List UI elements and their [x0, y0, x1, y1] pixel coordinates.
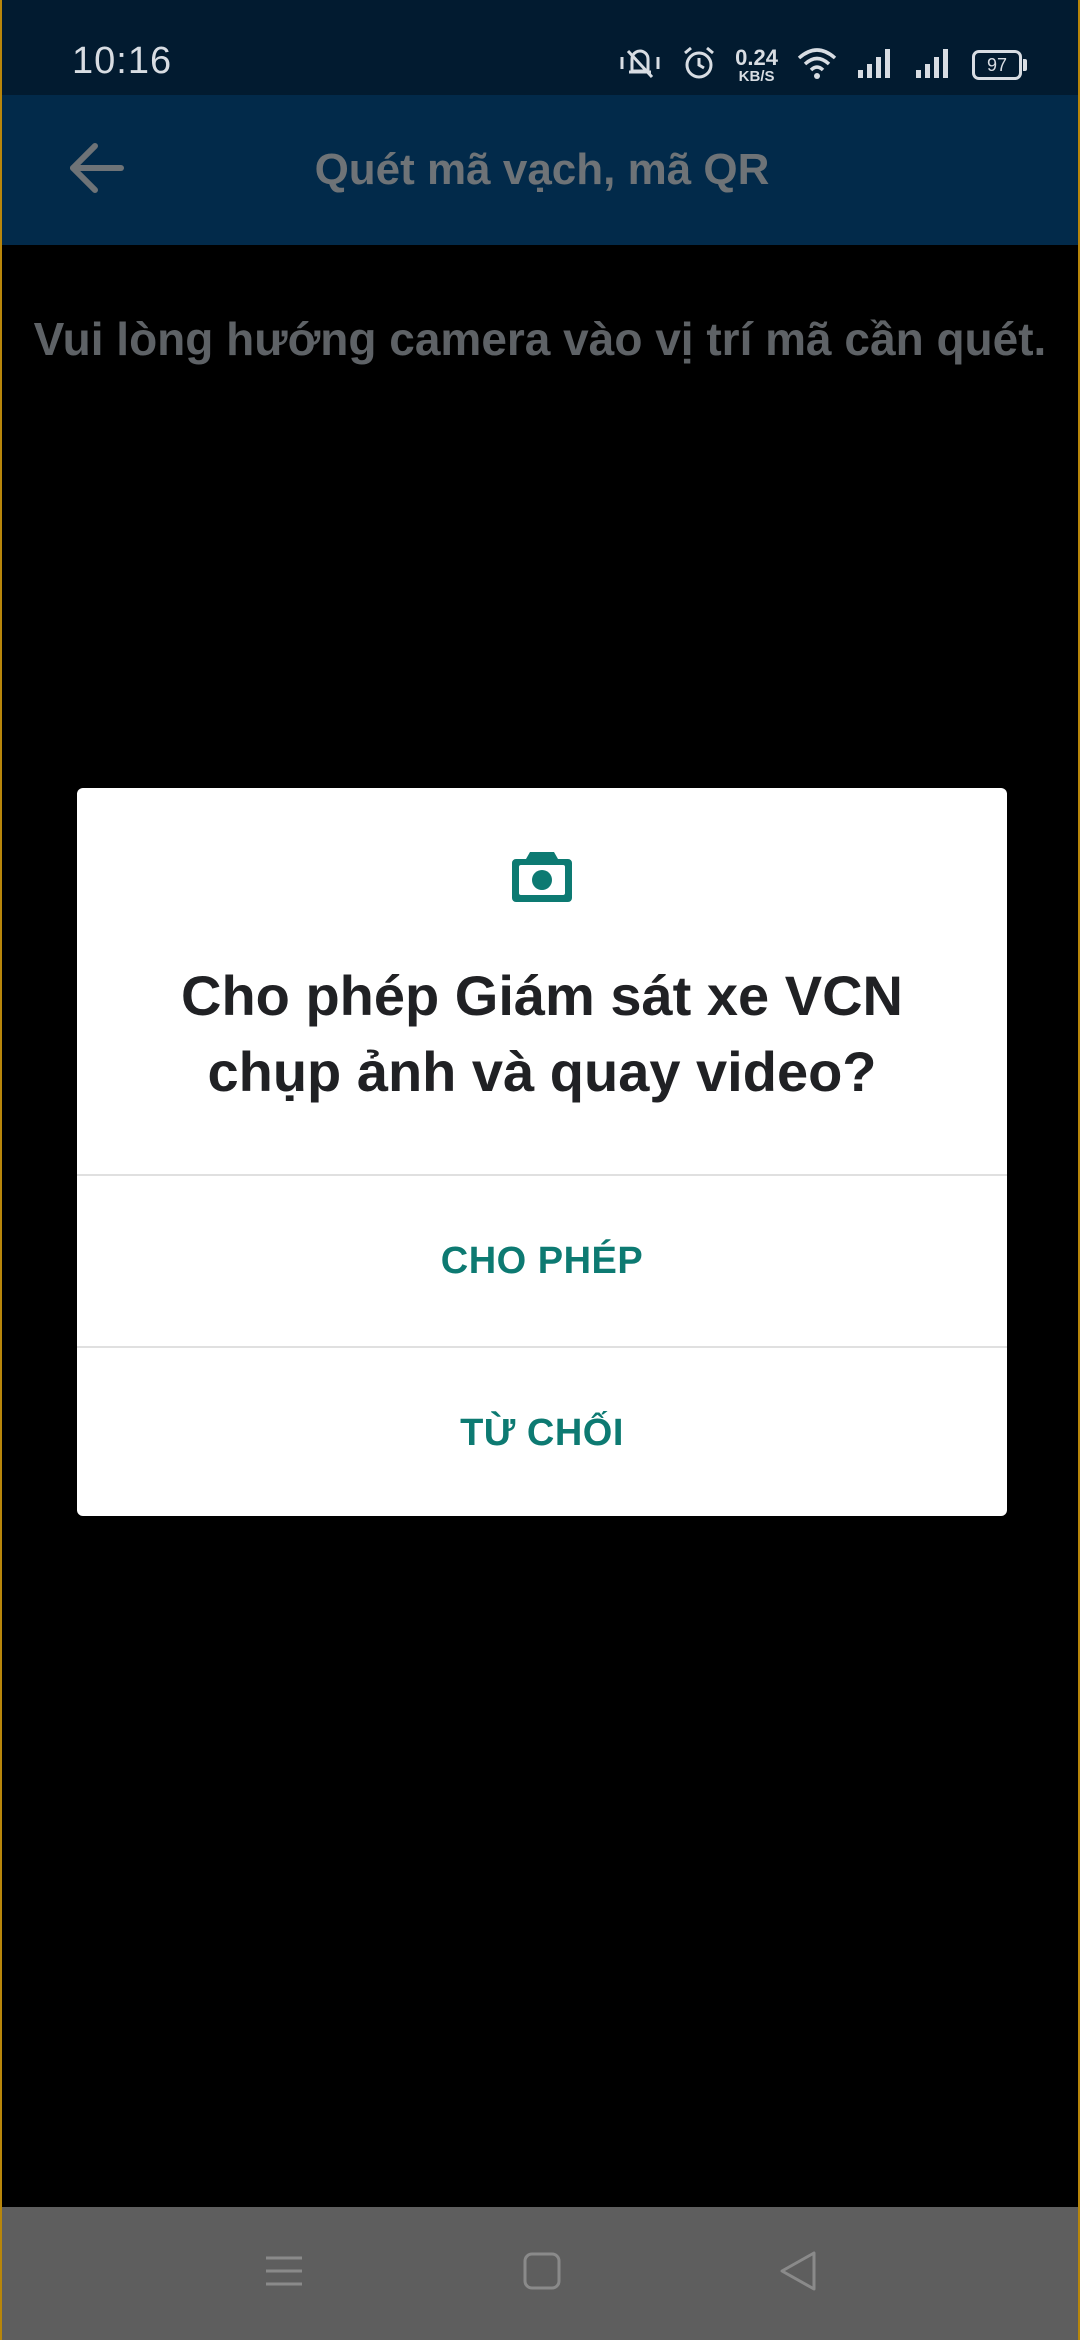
status-icons: 0.24 KB/S 97	[617, 40, 1027, 90]
vibrate-silent-icon	[617, 45, 663, 86]
network-speed-unit: KB/S	[738, 67, 775, 85]
dialog-title-line-1: Cho phép Giám sát xe VCN	[181, 964, 903, 1027]
wifi-icon	[796, 46, 838, 85]
dialog-title-line-2: chụp ảnh và quay video?	[207, 1040, 877, 1103]
nav-home-button[interactable]	[482, 2207, 602, 2340]
nav-back-button[interactable]	[738, 2207, 858, 2340]
home-icon	[522, 2251, 562, 2296]
allow-button[interactable]: CHO PHÉP	[77, 1176, 1007, 1346]
deny-button[interactable]: TỪ CHỐI	[77, 1348, 1007, 1516]
alarm-icon	[681, 45, 717, 86]
menu-icon	[264, 2253, 304, 2294]
status-bar: 10:16 0.24 KB/S 97	[2, 0, 1078, 95]
signal-icon	[856, 46, 896, 85]
signal-icon	[914, 46, 954, 85]
back-icon	[778, 2250, 818, 2297]
dialog-icon-wrap	[77, 848, 1007, 909]
dialog-title: Cho phép Giám sát xe VCN chụp ảnh và qua…	[117, 958, 967, 1110]
screen: 10:16 0.24 KB/S 97 Quét mã vạch, mã QR V…	[0, 0, 1080, 2340]
battery-icon: 97	[972, 50, 1027, 80]
nav-menu-button[interactable]	[224, 2207, 344, 2340]
camera-icon	[510, 848, 574, 909]
page-title: Quét mã vạch, mã QR	[314, 145, 770, 194]
network-speed: 0.24 KB/S	[735, 44, 778, 85]
system-nav-bar	[2, 2207, 1078, 2340]
app-bar: Quét mã vạch, mã QR	[2, 95, 1078, 245]
status-time: 10:16	[72, 40, 173, 82]
network-speed-value: 0.24	[735, 44, 778, 70]
permission-dialog: Cho phép Giám sát xe VCN chụp ảnh và qua…	[77, 788, 1007, 1516]
scan-instruction: Vui lòng hướng camera vào vị trí mã cần …	[33, 313, 1047, 365]
